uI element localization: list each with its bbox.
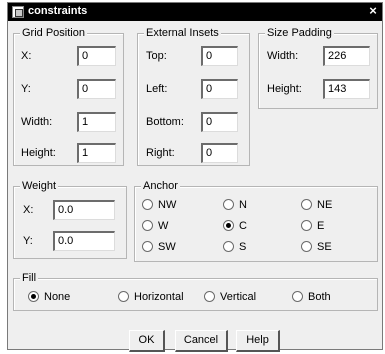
radio-icon <box>118 291 129 302</box>
grid-width-label: Width: <box>21 116 53 128</box>
anchor-option-se[interactable]: SE <box>301 241 332 253</box>
radio-icon <box>223 199 234 210</box>
padding-width-field[interactable]: 226 <box>323 46 370 66</box>
fill-option-horizontal[interactable]: Horizontal <box>118 291 184 303</box>
grid-height-field[interactable]: 1 <box>77 143 116 163</box>
weight-y-label: Y: <box>23 235 33 247</box>
weight-x-field[interactable]: 0.0 <box>53 200 115 220</box>
anchor-n-label: N <box>239 199 247 211</box>
radio-icon <box>301 199 312 210</box>
fill-both-label: Both <box>308 291 331 303</box>
radio-icon <box>292 291 303 302</box>
padding-height-field[interactable]: 143 <box>323 79 370 99</box>
window-icon <box>12 6 24 18</box>
anchor-e-label: E <box>317 220 325 232</box>
anchor-option-n[interactable]: N <box>223 199 247 211</box>
grid-x-field[interactable]: 0 <box>77 46 116 66</box>
radio-selected-icon <box>28 291 39 302</box>
anchor-c-label: C <box>239 220 247 232</box>
fill-option-both[interactable]: Both <box>292 291 331 303</box>
weight-x-label: X: <box>23 204 34 216</box>
inset-left-field[interactable]: 0 <box>201 79 238 99</box>
help-button[interactable]: Help <box>236 330 280 352</box>
window-title: constraints <box>28 5 88 17</box>
padding-height-label: Height: <box>267 83 302 95</box>
constraints-dialog: constraints × Grid Position X: 0 Y: 0 Wi… <box>7 2 383 352</box>
weight-y-field[interactable]: 0.0 <box>53 231 115 251</box>
padding-width-label: Width: <box>267 50 299 62</box>
close-icon[interactable]: × <box>367 4 379 18</box>
anchor-group: Anchor NW N NE W C E SW S SE <box>134 180 378 262</box>
radio-icon <box>142 241 153 252</box>
grid-position-group: Grid Position X: 0 Y: 0 Width: 1 Height:… <box>13 27 124 166</box>
anchor-option-nw[interactable]: NW <box>142 199 176 211</box>
inset-right-label: Right: <box>146 147 175 159</box>
grid-width-field[interactable]: 1 <box>77 112 116 132</box>
grid-x-label: X: <box>21 50 32 62</box>
cancel-button[interactable]: Cancel <box>175 330 228 352</box>
radio-selected-icon <box>223 220 234 231</box>
ok-button[interactable]: OK <box>129 330 165 352</box>
fill-group: Fill None Horizontal Vertical Both <box>13 272 378 311</box>
weight-legend: Weight <box>20 180 59 192</box>
anchor-sw-label: SW <box>158 241 176 253</box>
radio-icon <box>142 220 153 231</box>
anchor-option-ne[interactable]: NE <box>301 199 332 211</box>
radio-icon <box>301 241 312 252</box>
fill-horizontal-label: Horizontal <box>134 291 184 303</box>
anchor-option-c[interactable]: C <box>223 220 247 232</box>
fill-legend: Fill <box>20 272 39 284</box>
size-padding-legend: Size Padding <box>265 27 334 39</box>
anchor-legend: Anchor <box>141 180 180 192</box>
inset-bottom-label: Bottom: <box>146 116 184 128</box>
anchor-s-label: S <box>239 241 247 253</box>
anchor-se-label: SE <box>317 241 332 253</box>
fill-option-vertical[interactable]: Vertical <box>204 291 256 303</box>
anchor-option-w[interactable]: W <box>142 220 168 232</box>
anchor-option-s[interactable]: S <box>223 241 246 253</box>
size-padding-group: Size Padding Width: 226 Height: 143 <box>258 27 378 109</box>
inset-right-field[interactable]: 0 <box>201 143 238 163</box>
external-insets-group: External Insets Top: 0 Left: 0 Bottom: 0… <box>137 27 250 166</box>
external-insets-legend: External Insets <box>144 27 221 39</box>
grid-y-label: Y: <box>21 83 31 95</box>
anchor-option-sw[interactable]: SW <box>142 241 176 253</box>
radio-icon <box>204 291 215 302</box>
grid-y-field[interactable]: 0 <box>77 79 116 99</box>
anchor-option-e[interactable]: E <box>301 220 324 232</box>
anchor-w-label: W <box>158 220 169 232</box>
title-bar[interactable]: constraints × <box>8 3 382 21</box>
fill-option-none[interactable]: None <box>28 291 70 303</box>
radio-icon <box>142 199 153 210</box>
grid-height-label: Height: <box>21 147 56 159</box>
inset-bottom-field[interactable]: 0 <box>201 112 238 132</box>
inset-left-label: Left: <box>146 83 168 95</box>
grid-position-legend: Grid Position <box>20 27 87 39</box>
inset-top-field[interactable]: 0 <box>201 46 238 66</box>
fill-vertical-label: Vertical <box>220 291 257 303</box>
inset-top-label: Top: <box>146 50 167 62</box>
weight-group: Weight X: 0.0 Y: 0.0 <box>13 180 127 259</box>
radio-icon <box>223 241 234 252</box>
anchor-ne-label: NE <box>317 199 333 211</box>
fill-none-label: None <box>44 291 71 303</box>
anchor-nw-label: NW <box>158 199 177 211</box>
radio-icon <box>301 220 312 231</box>
